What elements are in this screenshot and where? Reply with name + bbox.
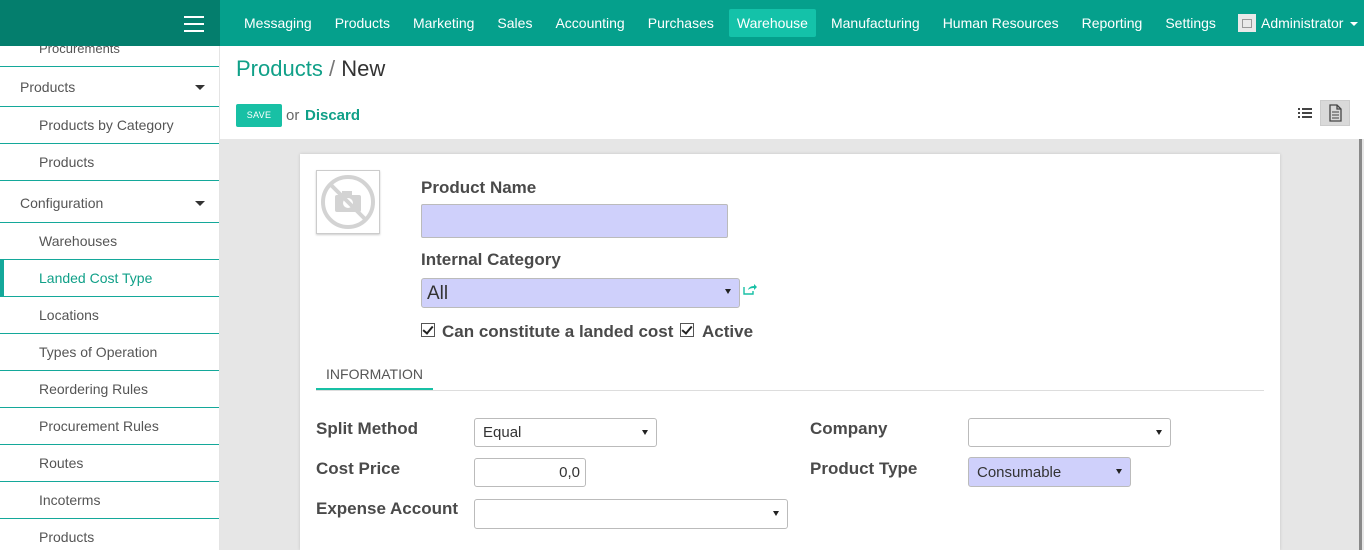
list-view-button[interactable]	[1290, 100, 1320, 126]
cost-price-input[interactable]: 0,0	[474, 458, 586, 487]
breadcrumb: Products / New	[236, 56, 385, 82]
internal-category-value: All	[427, 283, 449, 304]
menu-purchases[interactable]: Purchases	[640, 9, 722, 37]
page-title: New	[341, 56, 386, 81]
product-type-value: Consumable	[977, 464, 1062, 481]
breadcrumb-parent-link[interactable]: Products	[236, 56, 323, 81]
sidebar-item-products-bottom[interactable]: Products	[0, 519, 219, 550]
sidebar-section-label: Products	[20, 79, 76, 95]
sidebar-item-reordering-rules[interactable]: Reordering Rules	[0, 371, 219, 408]
or-text: or	[286, 107, 300, 124]
sidebar-item-types-of-operation[interactable]: Types of Operation	[0, 334, 219, 371]
chevron-down-icon	[1350, 22, 1359, 26]
internal-category-label: Internal Category	[421, 250, 561, 269]
sidebar-item-procurements[interactable]: Procurements	[0, 46, 219, 67]
expense-account-select[interactable]	[474, 499, 788, 529]
menu-sales[interactable]: Sales	[489, 9, 540, 37]
user-menu[interactable]: Administrator	[1238, 14, 1359, 32]
split-method-select[interactable]: Equal	[474, 418, 657, 447]
cost-price-value: 0,0	[559, 464, 580, 481]
dropdown-arrow-icon	[642, 429, 648, 435]
product-type-select[interactable]: Consumable	[968, 457, 1131, 487]
product-type-label: Product Type	[810, 459, 918, 478]
landed-cost-label: Can constitute a landed cost	[442, 322, 674, 341]
caret-down-icon	[195, 85, 205, 90]
product-name-input[interactable]	[421, 204, 728, 238]
internal-category-select[interactable]: All	[421, 278, 740, 308]
menu-manufacturing[interactable]: Manufacturing	[823, 9, 928, 37]
sidebar-item-products[interactable]: Products	[0, 144, 219, 181]
caret-down-icon	[195, 201, 205, 206]
main-menu: Messaging Products Marketing Sales Accou…	[236, 0, 1231, 46]
sidebar-item-products-by-category[interactable]: Products by Category	[0, 107, 219, 144]
menu-marketing[interactable]: Marketing	[405, 9, 482, 37]
menu-reporting[interactable]: Reporting	[1074, 9, 1151, 37]
save-button[interactable]: SAVE	[236, 104, 282, 127]
sidebar-section-label: Configuration	[20, 195, 104, 211]
top-navbar: Messaging Products Marketing Sales Accou…	[0, 0, 1364, 46]
menu-products[interactable]: Products	[327, 9, 398, 37]
dropdown-arrow-icon	[725, 289, 731, 294]
expense-account-label: Expense Account	[316, 499, 459, 518]
menu-settings[interactable]: Settings	[1157, 9, 1224, 37]
discard-link[interactable]: Discard	[305, 107, 360, 124]
menu-warehouse[interactable]: Warehouse	[728, 9, 816, 37]
cost-price-label: Cost Price	[316, 459, 401, 478]
tab-divider	[316, 390, 1264, 391]
dropdown-arrow-icon	[1116, 469, 1122, 474]
navbar-brand-area	[0, 0, 220, 46]
company-select[interactable]	[968, 418, 1171, 447]
sidebar: Procurements Products Products by Catego…	[0, 46, 220, 550]
document-icon	[1329, 104, 1342, 122]
menu-human-resources[interactable]: Human Resources	[935, 9, 1067, 37]
sidebar-item-routes[interactable]: Routes	[0, 445, 219, 482]
landed-cost-checkbox[interactable]	[421, 323, 435, 337]
menu-toggle-icon[interactable]	[184, 16, 204, 32]
dropdown-arrow-icon	[773, 511, 779, 516]
breadcrumb-separator: /	[328, 56, 336, 81]
sidebar-item-locations[interactable]: Locations	[0, 297, 219, 334]
active-label: Active	[702, 322, 754, 341]
scrollbar[interactable]	[1359, 139, 1362, 550]
product-name-label: Product Name	[421, 178, 537, 197]
form-view-button[interactable]	[1320, 100, 1350, 126]
sidebar-item-landed-cost-type[interactable]: Landed Cost Type	[0, 260, 219, 297]
split-method-value: Equal	[483, 424, 522, 441]
sidebar-item-procurement-rules[interactable]: Procurement Rules	[0, 408, 219, 445]
menu-messaging[interactable]: Messaging	[236, 9, 320, 37]
sidebar-section-products[interactable]: Products	[0, 67, 219, 107]
tab-information[interactable]: INFORMATION	[316, 357, 433, 390]
sidebar-section-configuration[interactable]: Configuration	[0, 183, 219, 223]
menu-accounting[interactable]: Accounting	[547, 9, 632, 37]
avatar	[1238, 14, 1256, 32]
company-label: Company	[810, 419, 888, 438]
sidebar-item-warehouses[interactable]: Warehouses	[0, 223, 219, 260]
split-method-label: Split Method	[316, 419, 418, 438]
external-link-icon[interactable]	[743, 283, 757, 295]
user-name: Administrator	[1261, 15, 1344, 31]
sidebar-item-incoterms[interactable]: Incoterms	[0, 482, 219, 519]
list-icon	[1298, 108, 1312, 118]
dropdown-arrow-icon	[1156, 429, 1162, 435]
product-image-placeholder[interactable]	[316, 170, 380, 234]
no-camera-icon	[321, 175, 375, 229]
active-checkbox[interactable]	[680, 323, 694, 337]
